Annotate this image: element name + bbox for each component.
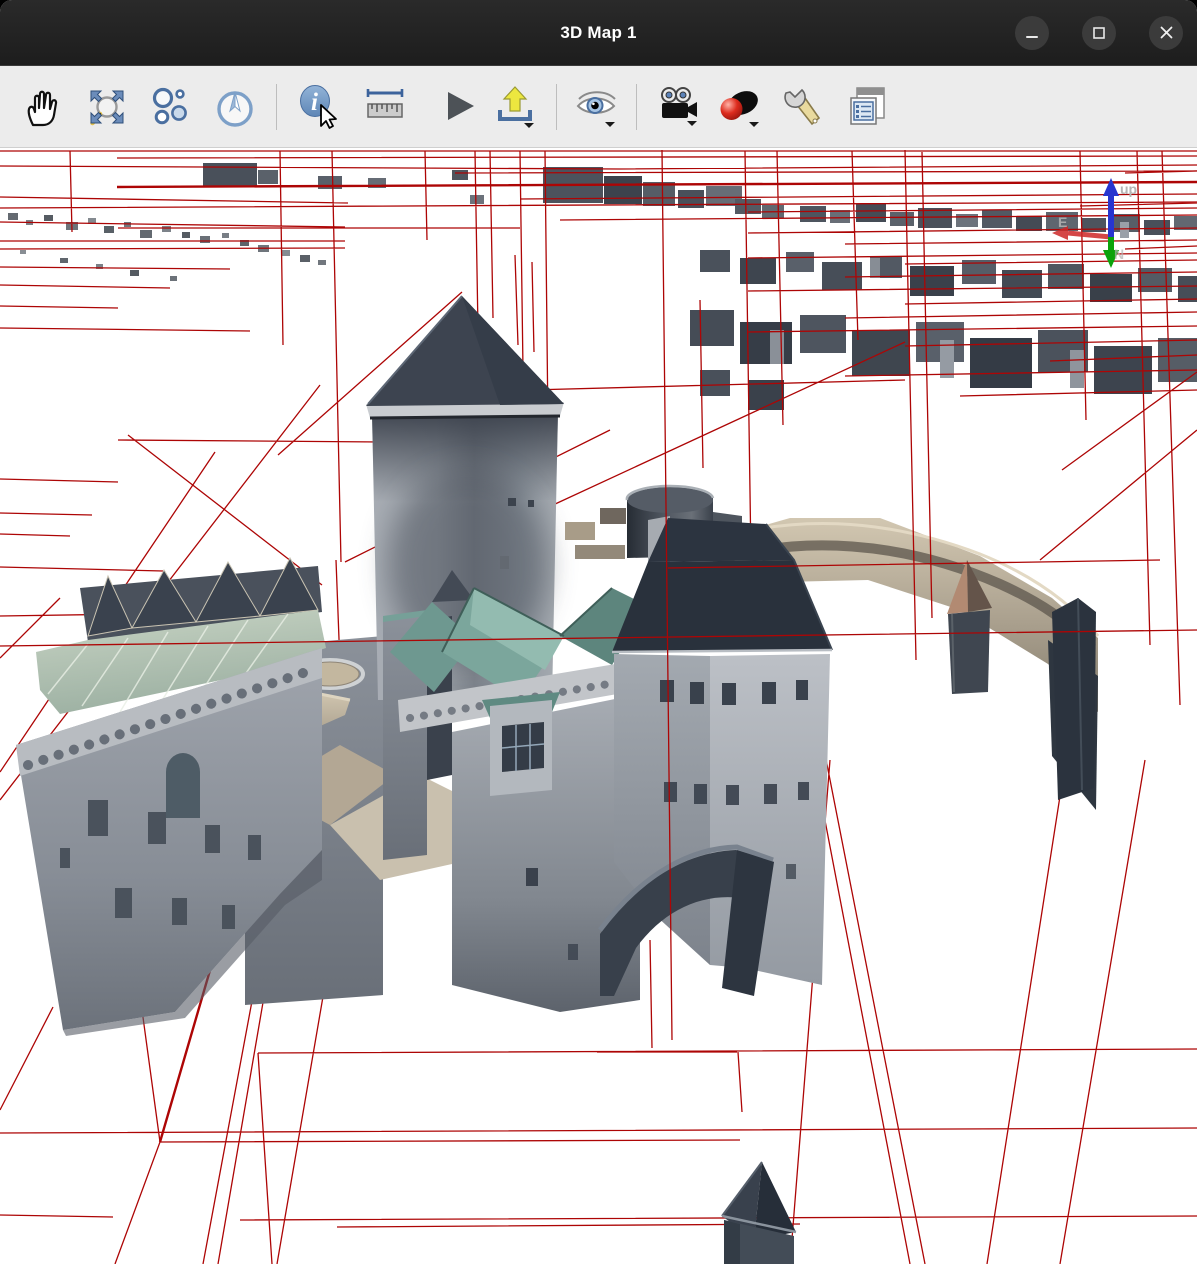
axis-up-label: up	[1120, 181, 1137, 197]
toolbar-separator	[276, 84, 277, 130]
pan-hand-icon	[20, 84, 66, 130]
dropdown-arrow-icon	[749, 122, 759, 127]
dropdown-arrow-icon	[524, 123, 534, 128]
app-window: 3D Map 1	[0, 0, 1197, 1264]
svg-text:i: i	[311, 89, 318, 116]
play-flight-button[interactable]	[434, 80, 484, 134]
query-info-button[interactable]: i	[293, 80, 343, 134]
toolbar-separator	[636, 84, 637, 130]
titlebar[interactable]: 3D Map 1	[0, 0, 1197, 65]
movie-camera-icon	[654, 84, 700, 130]
compass-button[interactable]	[210, 80, 260, 134]
scene-canvas: up E N	[0, 148, 1197, 1264]
close-icon	[1159, 25, 1174, 40]
window-controls	[982, 0, 1183, 65]
ruler-icon	[362, 84, 408, 130]
publish-arrow-icon	[492, 84, 538, 130]
window-title: 3D Map 1	[560, 23, 636, 43]
axis-east-label: E	[1058, 214, 1067, 230]
circles-icon	[148, 84, 194, 130]
maximize-button[interactable]	[1082, 16, 1116, 50]
record-movie-button[interactable]	[652, 80, 702, 134]
wrench-icon	[780, 84, 826, 130]
axis-north-label: N	[1114, 246, 1124, 262]
sphere-mode-button[interactable]	[714, 80, 764, 134]
toolbar-separator	[556, 84, 557, 130]
compass-icon	[212, 84, 258, 130]
measure-button[interactable]	[360, 80, 410, 134]
report-button[interactable]	[844, 80, 894, 134]
dropdown-arrow-icon	[687, 121, 697, 126]
visibility-button[interactable]	[572, 80, 622, 134]
minimize-button[interactable]	[1015, 16, 1049, 50]
toolbar: i	[0, 65, 1197, 148]
play-icon	[436, 84, 482, 130]
close-button[interactable]	[1149, 16, 1183, 50]
info-cursor-icon: i	[295, 84, 341, 130]
select-objects-button[interactable]	[146, 80, 196, 134]
maximize-icon	[1092, 26, 1106, 40]
pan-tool-button[interactable]	[18, 80, 68, 134]
red-sphere-icon	[716, 84, 762, 130]
report-window-icon	[846, 84, 892, 130]
eye-icon	[574, 84, 620, 130]
zoom-arrows-icon	[84, 84, 130, 130]
map-3d-viewport[interactable]: up E N	[0, 148, 1197, 1264]
minimize-icon	[1025, 26, 1039, 40]
zoom-extents-button[interactable]	[82, 80, 132, 134]
dropdown-arrow-icon	[605, 122, 615, 127]
publish-button[interactable]	[490, 80, 540, 134]
tools-button[interactable]	[778, 80, 828, 134]
